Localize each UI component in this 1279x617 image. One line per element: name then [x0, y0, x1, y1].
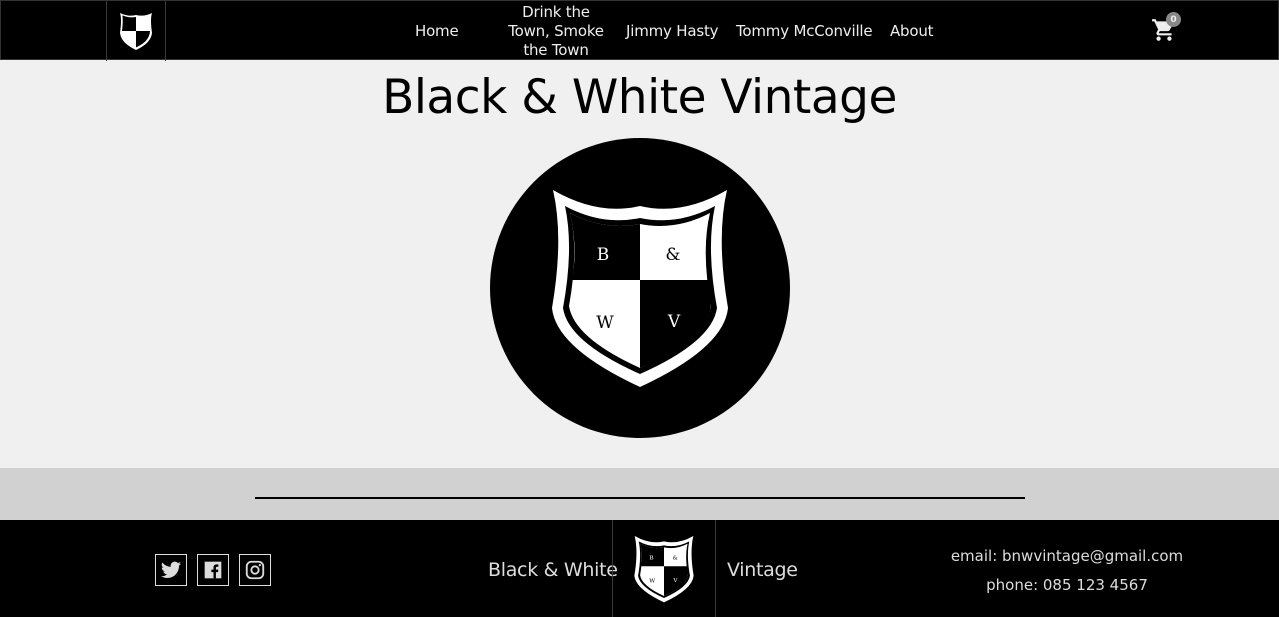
- instagram-icon: [245, 560, 265, 580]
- footer-logo-letter-amp: &: [673, 555, 678, 561]
- twitter-link[interactable]: [155, 554, 187, 586]
- footer-brand-left: Black & White: [488, 559, 618, 581]
- page-title: Black & White Vintage: [382, 70, 897, 125]
- footer-logo-letter-w: W: [649, 578, 655, 584]
- footer-logo-letter-v: V: [672, 578, 678, 584]
- instagram-link[interactable]: [239, 554, 271, 586]
- logo-letter-v: V: [667, 312, 681, 332]
- nav-home[interactable]: Home: [415, 22, 459, 41]
- contact-phone: phone: 085 123 4567: [986, 576, 1148, 594]
- shield-logo-icon: B & W V: [552, 190, 728, 387]
- nav-about[interactable]: About: [890, 22, 934, 41]
- nav-logo[interactable]: [106, 1, 166, 61]
- divider-band: [0, 468, 1279, 520]
- nav-drink-the-town[interactable]: Drink the Town, Smoke the Town: [505, 3, 607, 60]
- facebook-link[interactable]: [197, 554, 229, 586]
- cart-count-badge: 0: [1166, 12, 1181, 27]
- top-navbar: Home Drink the Town, Smoke the Town Jimm…: [0, 0, 1279, 61]
- nav-tommy-mcconville[interactable]: Tommy McConville: [736, 22, 873, 41]
- footer-logo-letter-b: B: [649, 555, 653, 561]
- shield-logo-icon: [120, 13, 152, 50]
- logo-letter-w: W: [596, 313, 614, 333]
- divider-line: [255, 497, 1025, 499]
- contact-email[interactable]: email: bnwvintage@gmail.com: [940, 547, 1194, 565]
- footer-logo: B & W V: [612, 520, 716, 617]
- footer-brand-right: Vintage: [727, 559, 798, 581]
- facebook-icon: [204, 561, 222, 579]
- footer: Black & White B & W V Vintage email: bnw…: [0, 520, 1279, 617]
- logo-letter-amp: &: [665, 245, 680, 265]
- shield-logo-icon: B & W V: [634, 535, 694, 602]
- logo-letter-b: B: [597, 245, 610, 265]
- nav-jimmy-hasty[interactable]: Jimmy Hasty: [626, 22, 719, 41]
- twitter-icon: [160, 561, 182, 578]
- hero-logo: B & W V: [490, 138, 790, 438]
